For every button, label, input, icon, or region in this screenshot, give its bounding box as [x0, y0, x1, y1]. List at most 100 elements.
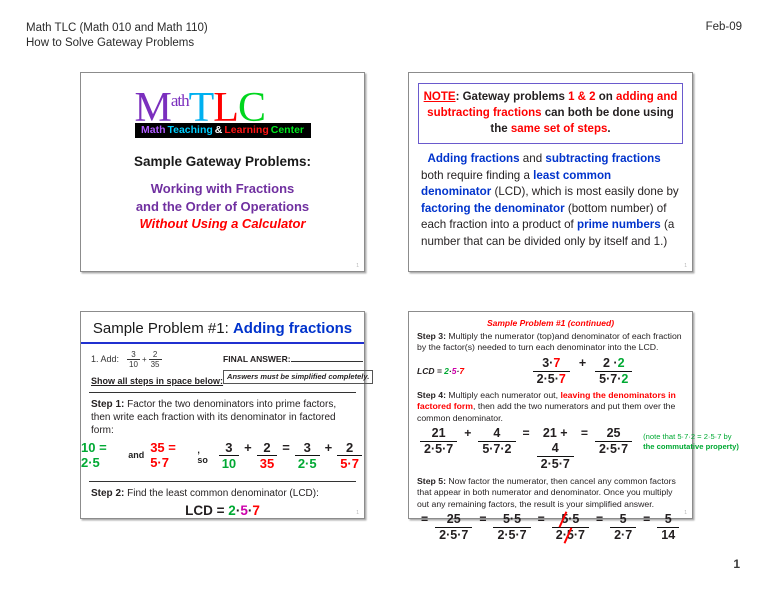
step5-frac-5-27-den: 2·7	[614, 528, 633, 543]
commutative-note-line1: (note that 5·7·2 = 2·5·7 by	[643, 432, 732, 442]
step5-eq-4: =	[643, 512, 651, 527]
step5-frac-55-den: 2·5·7	[497, 528, 527, 543]
step4-heading: Step 4: Multiply each numerator out, lea…	[409, 390, 692, 424]
slide4-title: Sample Problem #1 (continued)	[486, 318, 615, 328]
step3-math-row: LCD = 2·5·7 3·7 2·5·7 + 2 ·2 5·7·2	[409, 354, 692, 387]
step3-frac-1-num: 3·7	[532, 356, 570, 372]
step2-text: Find the least common denominator (LCD):	[127, 487, 319, 499]
step4-eq-1: =	[522, 426, 530, 441]
lcd-small-label: LCD =	[417, 365, 442, 376]
step4-plus: +	[464, 426, 472, 441]
slide-2-note[interactable]: NOTE: Gateway problems 1 & 2 on adding a…	[408, 72, 693, 272]
step5-frac-55-num: 5·5	[493, 512, 531, 529]
step5-math-row: = 25 2·5·7 = 5·5 2·5·7 = 5·5 2·5·7 = 5 2…	[409, 510, 692, 543]
frac1-denominator: 10	[129, 359, 138, 369]
page-number: 1	[733, 557, 740, 571]
lcd-factor-7: 7	[252, 502, 260, 518]
note-body-text-2: both require finding a	[421, 168, 530, 182]
slide1-line-2: and the Order of Operations	[135, 198, 310, 214]
page-header: Math TLC (Math 010 and Math 110) How to …	[26, 21, 208, 51]
step4-frac-21-den: 2·5·7	[424, 442, 454, 457]
mathtlc-logo: MathTLC Math Teaching & Learning Center	[134, 87, 311, 138]
step4-frac-sum: 21 + 4 2·5·7	[536, 426, 574, 472]
step5-den-post: ·7	[573, 528, 585, 543]
math-frac-3-10-num: 3	[218, 440, 240, 456]
logo-tagline-teaching: Teaching	[167, 124, 213, 136]
note-text-1: Gateway problems	[462, 91, 565, 103]
commutative-note-line2: the commutative property)	[643, 442, 739, 452]
step5-eq-2: =	[537, 512, 545, 527]
step4-frac-4-num: 4	[478, 426, 516, 443]
step1-text: Factor the two denominators into prime f…	[91, 398, 337, 436]
slide1-line-3: Without Using a Calculator	[139, 216, 306, 231]
logo-tagline-bar: Math Teaching & Learning Center	[134, 123, 311, 138]
step3-frac-2-den: 5·7·2	[595, 372, 632, 387]
logo-tagline-learning: Learning	[224, 124, 269, 136]
header-date: Feb-09	[705, 21, 742, 33]
step5-num-rest: ·5	[568, 512, 580, 527]
factorization-35: 35 = 5·7	[150, 440, 176, 470]
step1-math-row: 10 = 2·5 and 35 = 5·7 , so 3 10 + 2 35 =…	[81, 437, 364, 471]
step5-eq-0: =	[421, 512, 429, 527]
step3-frac-1: 3·7 2·5·7	[532, 356, 570, 387]
step4-math-row: 21 2·5·7 + 4 5·7·2 = 21 + 4 2·5·7 = 25 2…	[409, 424, 739, 472]
step3-f1-den-a: 2·5·	[536, 371, 559, 386]
lcd-factor-5: 5	[240, 502, 248, 518]
fraction-2-over-35: 2 35	[148, 350, 162, 369]
step3-label: Step 3:	[417, 331, 446, 341]
logo-tagline-math: Math	[140, 124, 166, 136]
step5-heading: Step 5: Now factor the numerator, then c…	[409, 476, 692, 510]
final-answer-row: FINAL ANSWER:	[223, 354, 373, 364]
step5-frac-25: 25 2·5·7	[435, 512, 473, 543]
math-frac-3-25: 3 2·5	[294, 440, 320, 471]
lcd-small-2: 2	[444, 365, 449, 376]
note-body-text-3: (LCD), which is most easily done by	[494, 185, 679, 199]
problem-expression: 1. Add: 3 10 + 2 35	[91, 350, 223, 369]
slide-1-logo[interactable]: MathTLC Math Teaching & Learning Center Samp…	[80, 72, 365, 272]
step3-f2-den-b: 2	[621, 371, 629, 386]
math-frac-2-35: 2 35	[256, 440, 278, 471]
slide-3-marker: 1	[356, 510, 359, 516]
math-frac-2-57-den: 5·7	[340, 455, 359, 471]
slide1-line-1: Working with Fractions	[150, 181, 295, 196]
slide1-subtitle-block: Working with Fractions and the Order of …	[81, 180, 364, 233]
step4-frac-21: 21 2·5·7	[420, 426, 458, 457]
math-frac-3-25-den: 2·5	[297, 455, 317, 471]
note-colon: :	[455, 91, 460, 103]
slide3-title-blue: Adding fractions	[232, 320, 353, 337]
step4-frac-4: 4 5·7·2	[478, 426, 516, 457]
note-period: .	[607, 123, 611, 135]
step5-frac-5-14-den: 14	[661, 528, 676, 543]
step1-label: Step 1:	[91, 398, 125, 410]
step5-eq-3: =	[595, 512, 604, 527]
note-body-text-1: and	[522, 152, 543, 165]
step3-f2-den-a: 5·7·	[599, 371, 622, 386]
slide-3-sample-problem[interactable]: Sample Problem #1: Adding fractions 1. A…	[80, 311, 374, 519]
math-frac-3-10-den: 10	[221, 455, 237, 471]
slide3-title-plain: Sample Problem #1:	[92, 320, 229, 337]
step2-label: Step 2:	[91, 487, 125, 499]
step5-frac-25-den: 2·5·7	[439, 528, 469, 543]
factorization-10: 10 = 2·5	[81, 440, 107, 470]
cancelled-5-denominator: 5	[566, 528, 574, 543]
slide-2-marker: 1	[684, 263, 687, 269]
header-line-2: How to Solve Gateway Problems	[26, 37, 195, 49]
lcd-label: LCD =	[185, 502, 225, 518]
math-frac-3-10: 3 10	[218, 440, 240, 471]
step5-frac-cancel-num: 5·5	[551, 512, 589, 529]
note-callout-box: NOTE: Gateway problems 1 & 2 on adding a…	[418, 83, 683, 144]
math-frac-2-57: 2 5·7	[337, 440, 362, 471]
step4-frac-25-den: 2·5·7	[598, 442, 629, 457]
math-frac-2-57-num: 2	[337, 440, 362, 456]
step5-frac-cancel-den: 2·5·7	[552, 528, 589, 543]
math-frac-3-25-num: 3	[294, 440, 320, 456]
note-body-bold-2: subtracting fractions	[545, 152, 661, 165]
slide-4-continued[interactable]: Sample Problem #1 (continued) Step 3: Mu…	[408, 311, 739, 542]
note-red-1: 1 & 2	[568, 91, 596, 103]
final-answer-blank[interactable]	[290, 360, 363, 362]
logo-tagline-center: Center	[270, 124, 304, 136]
math-frac-2-35-den: 35	[259, 455, 275, 471]
commutative-note: (note that 5·7·2 = 2·5·7 by the commutat…	[643, 432, 739, 452]
step3-frac-2-num: 2 ·2	[595, 356, 633, 372]
frac2-denominator: 35	[150, 359, 160, 369]
